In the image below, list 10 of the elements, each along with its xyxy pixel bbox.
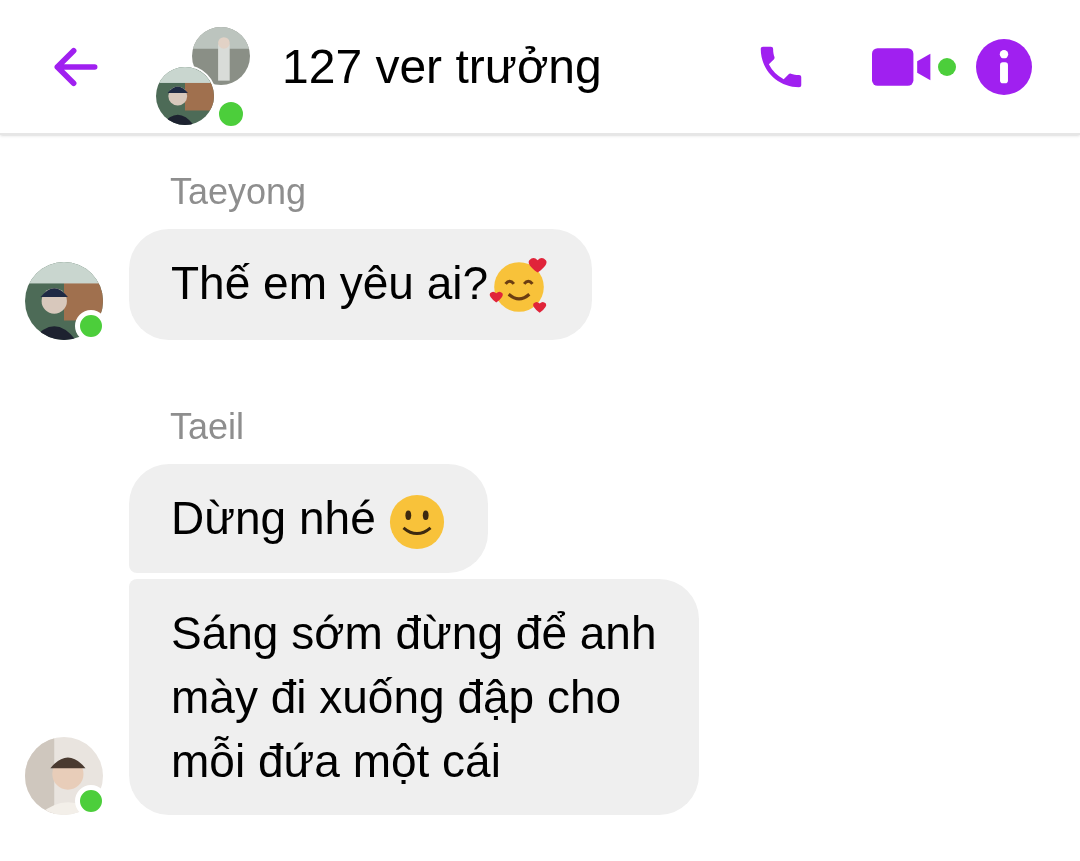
chat-title: 127 ver trưởng	[282, 38, 602, 95]
message-text: Sáng sớm đừng để anh	[171, 606, 657, 659]
sender-name: Taeil	[170, 404, 246, 449]
sender-name: Taeyong	[170, 170, 308, 214]
smiling-face-icon	[387, 492, 446, 551]
message-text: Dừng nhé	[171, 491, 376, 544]
info-icon[interactable]	[976, 38, 1032, 95]
message-text: Thế em yêu ai?	[171, 257, 489, 309]
message-text: mỗi đứa một cái	[171, 734, 501, 787]
message-text: mày đi xuống đập cho	[171, 670, 622, 723]
